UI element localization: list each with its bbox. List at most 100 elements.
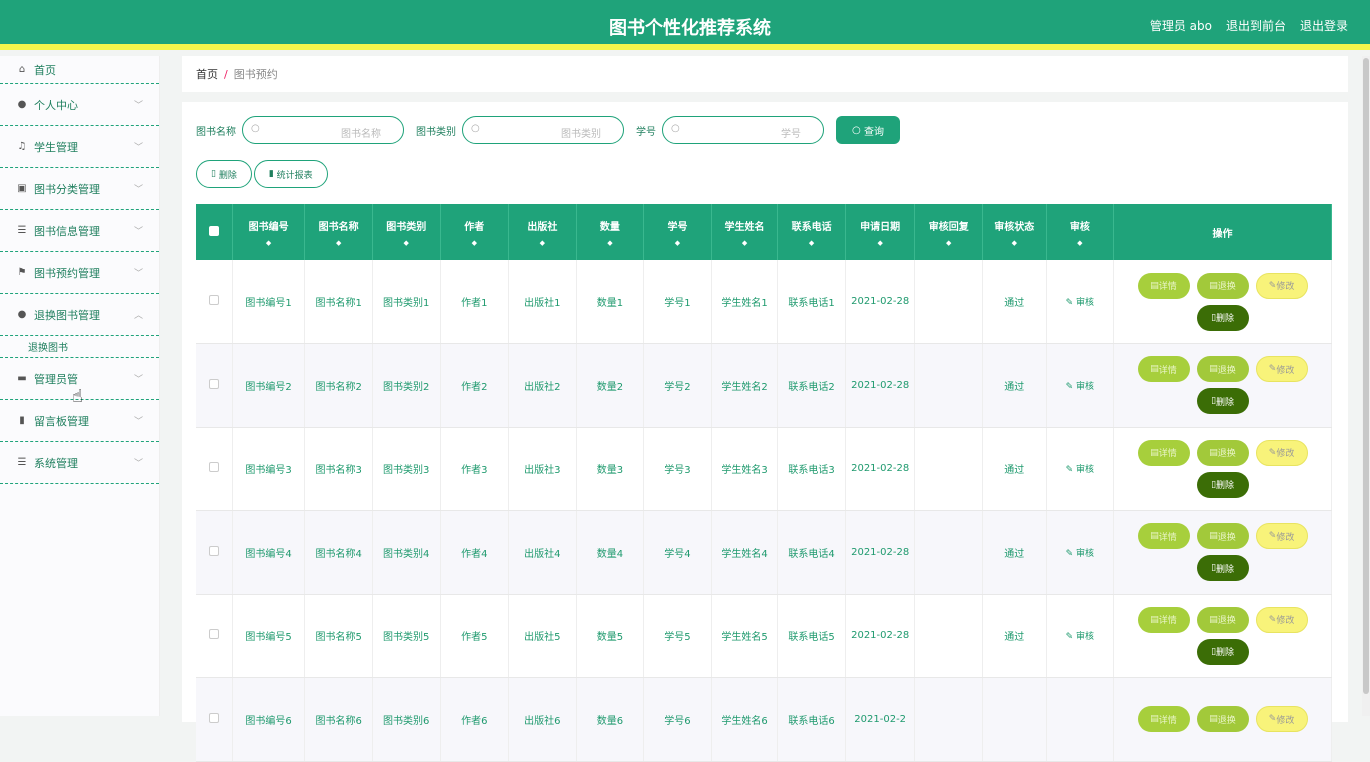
edit-button[interactable]: ✎ 修改 <box>1255 706 1308 733</box>
column-header[interactable]: 联系电话 ◆ <box>777 204 846 260</box>
column-header[interactable]: 学生姓名 ◆ <box>711 204 779 260</box>
audit-button[interactable]: ✎ 审核 <box>1066 465 1094 475</box>
column-header[interactable]: 申请日期 ◆ <box>845 204 916 260</box>
page-scrollbar[interactable] <box>1362 56 1370 716</box>
table-cell: 通过 <box>982 510 1047 595</box>
edit-button[interactable]: ✎ 修改 <box>1255 606 1308 633</box>
sort-icon[interactable]: ◆ <box>441 239 509 247</box>
audit-button[interactable]: ✎ 审核 <box>1066 549 1094 559</box>
row-checkbox[interactable] <box>208 295 219 305</box>
student-id-input[interactable]: ○ 学号 <box>662 116 824 144</box>
query-button[interactable]: ○ 查询 <box>836 116 900 144</box>
sort-icon[interactable]: ◆ <box>983 239 1046 247</box>
edit-button[interactable]: ✎ 修改 <box>1255 439 1308 466</box>
row-checkbox[interactable] <box>208 545 219 556</box>
table-cell: 学生姓名2 <box>711 343 779 428</box>
sidebar-subitem-exchange-books[interactable]: 退换图书 <box>0 336 159 358</box>
edit-button[interactable]: ✎ 修改 <box>1255 356 1308 383</box>
book-name-input[interactable]: ○ 图书名称 <box>242 116 404 144</box>
column-header[interactable]: 作者 ◆ <box>440 204 510 260</box>
detail-button[interactable]: ▤ 详情 <box>1137 439 1190 466</box>
table-cell: 图书类别5 <box>372 594 441 678</box>
edit-button[interactable]: ✎ 修改 <box>1255 272 1308 299</box>
sidebar-item-label: 图书信息管理 <box>34 224 100 238</box>
sidebar-item-2[interactable]: ● 个人中心 ﹀ <box>0 84 159 126</box>
exchange-button[interactable]: ▤ 退换 <box>1196 439 1249 466</box>
audit-cell: ✎ 审核 <box>1046 260 1115 344</box>
chevron-down-icon: ﹀ <box>133 459 143 469</box>
op-label: 退换 <box>1217 532 1236 543</box>
audit-button[interactable]: ✎ 审核 <box>1066 632 1094 642</box>
edit-button[interactable]: ✎ 修改 <box>1255 523 1308 550</box>
sidebar-item-5[interactable]: ☰ 图书信息管理 ﹀ <box>0 210 159 252</box>
detail-button[interactable]: ▤ 详情 <box>1137 356 1190 383</box>
sidebar-item-3[interactable]: ♫ 学生管理 ﹀ <box>0 126 159 168</box>
audit-button[interactable]: ✎ 审核 <box>1066 298 1094 308</box>
audit-label: 审核 <box>1076 381 1095 392</box>
exchange-button[interactable]: ▤ 退换 <box>1196 523 1249 550</box>
exchange-button[interactable]: ▤ 退换 <box>1196 706 1249 733</box>
column-header[interactable]: 图书编号 ◆ <box>232 204 306 260</box>
doc-icon: ▤ <box>1150 280 1159 291</box>
column-header[interactable]: 图书名称 ◆ <box>304 204 373 260</box>
sort-icon[interactable]: ◆ <box>305 239 372 247</box>
detail-button[interactable]: ▤ 详情 <box>1137 272 1190 299</box>
exchange-button[interactable]: ▤ 退换 <box>1196 606 1249 633</box>
sort-icon[interactable]: ◆ <box>915 239 982 247</box>
pencil-icon: ✎ <box>1268 531 1277 542</box>
chevron-up-icon: ︿ <box>133 311 143 321</box>
scrollbar-thumb[interactable] <box>1363 58 1369 694</box>
column-header[interactable]: 数量 ◆ <box>576 204 645 260</box>
sidebar-item-10[interactable]: ☰ 系统管理 ﹀ <box>0 442 159 484</box>
column-header[interactable]: 操作 <box>1113 204 1332 260</box>
statistics-report-button[interactable]: ▮ 统计报表 <box>253 160 328 188</box>
breadcrumb-home[interactable]: 首页 <box>196 66 218 82</box>
column-header[interactable]: 学号 ◆ <box>643 204 712 260</box>
pencil-icon: ✎ <box>1268 447 1277 458</box>
sort-icon[interactable]: ◆ <box>577 239 644 247</box>
sidebar-item-4[interactable]: ▣ 图书分类管理 ﹀ <box>0 168 159 210</box>
sort-icon[interactable]: ◆ <box>846 239 915 247</box>
column-header[interactable]: 图书类别 ◆ <box>372 204 441 260</box>
sort-icon[interactable]: ◆ <box>233 239 305 247</box>
table-cell: 学生姓名3 <box>711 427 779 511</box>
row-checkbox[interactable] <box>208 462 219 473</box>
sort-icon[interactable]: ◆ <box>644 239 711 247</box>
delete-button[interactable]: ▯ 删除 <box>1196 388 1249 415</box>
audit-button[interactable]: ✎ 审核 <box>1066 382 1094 392</box>
detail-button[interactable]: ▤ 详情 <box>1137 606 1190 633</box>
detail-button[interactable]: ▤ 详情 <box>1137 706 1190 733</box>
list-icon: ☰ <box>17 225 27 236</box>
row-checkbox[interactable] <box>208 378 219 389</box>
delete-button[interactable]: ▯ 删除 <box>1196 638 1249 665</box>
delete-button[interactable]: ▯ 删除 <box>1196 555 1249 582</box>
delete-button[interactable]: ▯ 删除 <box>1196 471 1249 498</box>
column-header[interactable]: 审核回复 ◆ <box>914 204 984 260</box>
column-header[interactable]: 出版社 ◆ <box>508 204 577 260</box>
column-header[interactable]: 审核 ◆ <box>1046 204 1115 260</box>
sort-icon[interactable]: ◆ <box>373 239 440 247</box>
batch-delete-button[interactable]: ▯ 删除 <box>196 160 252 188</box>
select-all-checkbox[interactable] <box>208 225 219 236</box>
exchange-button[interactable]: ▤ 退换 <box>1196 356 1249 383</box>
delete-button[interactable]: ▯ 删除 <box>1196 304 1249 331</box>
row-checkbox[interactable] <box>208 629 219 640</box>
sort-icon[interactable]: ◆ <box>778 239 845 247</box>
op-label: 退换 <box>1217 282 1236 292</box>
exit-to-front-link[interactable]: 退出到前台 <box>1226 17 1286 34</box>
sidebar-item-7[interactable]: ● 退换图书管理 ︿ <box>0 294 159 336</box>
sort-icon[interactable]: ◆ <box>1047 239 1114 247</box>
sidebar-item-1[interactable]: ⌂ 首页 <box>0 56 159 84</box>
table-cell: 作者4 <box>440 510 510 595</box>
column-header[interactable]: 审核状态 ◆ <box>982 204 1047 260</box>
operation-buttons: ▤ 详情 ▤ 退换 ✎ 修改 ▯ 删除 <box>1133 272 1313 331</box>
row-checkbox[interactable] <box>208 712 219 723</box>
exchange-button[interactable]: ▤ 退换 <box>1196 272 1249 299</box>
sort-icon[interactable]: ◆ <box>712 239 778 247</box>
book-category-input[interactable]: ○ 图书类别 <box>462 116 624 144</box>
logout-link[interactable]: 退出登录 <box>1300 17 1348 34</box>
column-header-label: 审核回复 <box>928 221 969 233</box>
detail-button[interactable]: ▤ 详情 <box>1137 523 1190 550</box>
sidebar-item-6[interactable]: ⚑ 图书预约管理 ﹀ <box>0 252 159 294</box>
sort-icon[interactable]: ◆ <box>509 239 576 247</box>
